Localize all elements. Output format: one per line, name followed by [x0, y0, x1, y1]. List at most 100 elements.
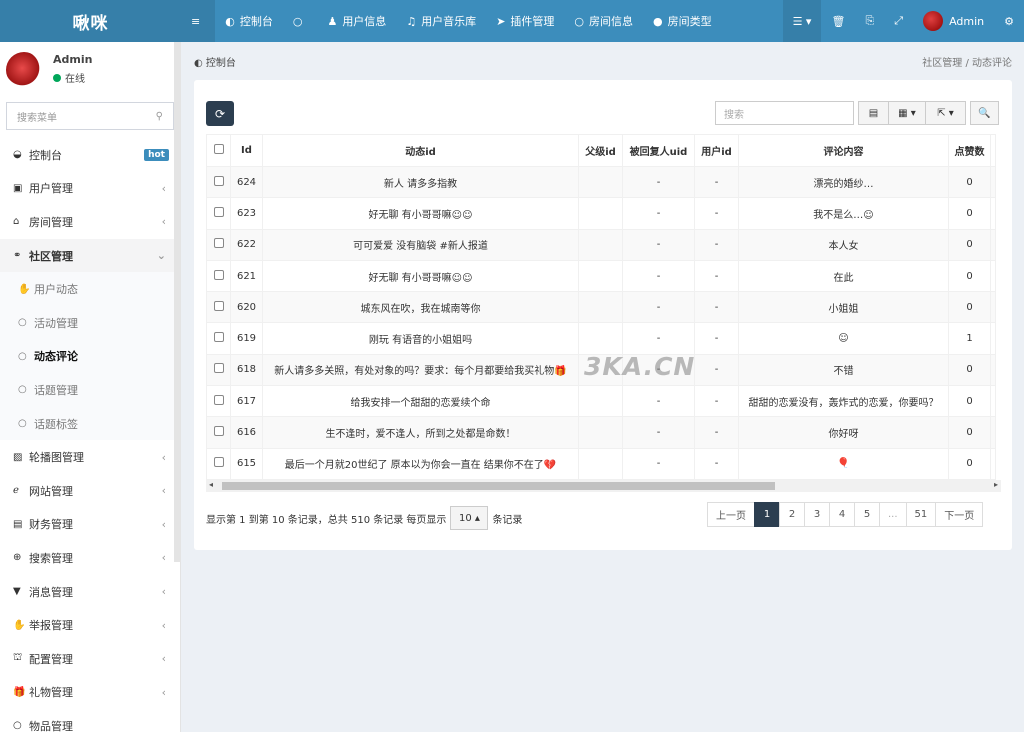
page-button[interactable]: 下一页: [935, 502, 984, 527]
sidebar-item-15[interactable]: ⛫ 配置管理 ‹: [0, 642, 180, 676]
sidebar-item-10[interactable]: ℯ 网站管理 ‹: [0, 474, 180, 508]
page-button[interactable]: 5: [854, 502, 880, 527]
sidebar-menu: ◒ 控制台 hot ▣ 用户管理 ‹ ⌂ 房间管理 ‹ ⚭ 社区管理 ⌄ ✋ 用户动态 ○ 活动管理 ○ 动态评论…: [0, 138, 180, 732]
sidebar-item-13[interactable]: ▼ 消息管理 ‹: [0, 575, 180, 609]
select-all-checkbox[interactable]: [206, 134, 231, 167]
sidebar-toggle-button[interactable]: ≡: [181, 0, 216, 42]
copy-icon: ⎘: [865, 14, 875, 27]
table-row[interactable]: 615 最后一个月就20世纪了 原本以为你会一直在 结果你不在了💔 - - 🎈 0: [206, 447, 996, 480]
table-search-input[interactable]: 搜索: [715, 101, 854, 125]
sidebar-item-label: 财务管理: [29, 518, 73, 532]
sidebar-item-label: 动态评论: [34, 350, 78, 364]
page-button[interactable]: 1: [754, 502, 780, 527]
row-checkbox[interactable]: [206, 228, 231, 261]
refresh-button[interactable]: ⟳: [206, 101, 234, 126]
table-cell: -: [622, 259, 695, 293]
tab-room-info[interactable]: ○ 房间信息: [564, 0, 643, 42]
row-checkbox[interactable]: [206, 385, 231, 418]
sidebar-item-9[interactable]: ▨ 轮播图管理 ‹: [0, 440, 180, 474]
tab-user-music[interactable]: ♫ 用户音乐库: [396, 0, 486, 42]
table-row[interactable]: 617 给我安排一个甜甜的恋爱续个命 - - 甜甜的恋爱没有，轰炸式的恋爱，你要吗？ 0: [206, 385, 996, 418]
tab-plugins[interactable]: ➤ 插件管理: [486, 0, 564, 42]
scrollbar-thumb[interactable]: [222, 482, 775, 490]
table-cell: [578, 416, 623, 449]
menu-search-input[interactable]: 搜索菜单 ⚲: [6, 102, 174, 130]
table-cell: 0: [948, 259, 991, 293]
column-header[interactable]: 动态id: [262, 134, 579, 167]
sidebar-item-6[interactable]: ○ 动态评论: [0, 339, 180, 374]
user-menu[interactable]: Admin: [913, 0, 994, 42]
menu-item-icon: ○: [18, 418, 27, 430]
checkbox-icon: [213, 238, 224, 249]
row-checkbox[interactable]: [206, 322, 231, 355]
table-row[interactable]: 619 刚玩 有语音的小姐姐吗 - - ☺ 1: [206, 322, 996, 355]
table-row[interactable]: 621 好无聊 有小哥哥嘛☺☺ - - 在此 0: [206, 259, 996, 293]
settings-button[interactable]: ⚙: [994, 0, 1024, 42]
page-button[interactable]: 2: [779, 502, 805, 527]
multi-window-button[interactable]: ⎘: [855, 0, 884, 42]
row-checkbox[interactable]: [206, 165, 231, 199]
horizontal-scrollbar[interactable]: ◂ ▸: [206, 480, 1001, 492]
sidebar-item-1[interactable]: ▣ 用户管理 ‹: [0, 172, 180, 206]
page-size-dropdown[interactable]: 10 ▴: [450, 506, 489, 530]
columns-dropdown[interactable]: ▦ ▾: [888, 101, 926, 125]
table-row[interactable]: 620 城东风在吹，我在城南等你 - - 小姐姐 0: [206, 291, 996, 324]
tab-circle[interactable]: ○: [283, 0, 318, 42]
table-cell: 617: [230, 385, 263, 418]
table-cell: 623: [230, 197, 263, 230]
row-checkbox[interactable]: [206, 416, 231, 449]
sidebar-item-4[interactable]: ✋ 用户动态: [0, 272, 180, 306]
table-row[interactable]: 623 好无聊 有小哥哥嘛☺☺ - - 我不是么…☺ 0: [206, 197, 996, 230]
sidebar-item-5[interactable]: ○ 活动管理: [0, 305, 180, 340]
scroll-left-icon[interactable]: ◂: [209, 480, 213, 489]
table-row[interactable]: 616 生不逢时，爱不逢人，所到之处都是命数！ - - 你好呀 0: [206, 416, 996, 449]
sidebar-item-7[interactable]: ○ 话题管理: [0, 373, 180, 407]
sidebar-item-11[interactable]: ▤ 财务管理 ‹: [0, 508, 180, 542]
row-checkbox[interactable]: [206, 353, 231, 387]
column-header[interactable]: 用户id: [694, 134, 739, 167]
sidebar-item-14[interactable]: ✋ 举报管理 ‹: [0, 608, 180, 642]
column-header[interactable]: Id: [230, 134, 263, 167]
row-checkbox[interactable]: [206, 197, 231, 230]
sidebar-item-0[interactable]: ◒ 控制台 hot: [0, 138, 180, 172]
advanced-search-button[interactable]: 🔍: [970, 101, 999, 125]
tab-dashboard[interactable]: ◐ 控制台: [215, 0, 283, 42]
row-checkbox[interactable]: [206, 291, 231, 324]
more-tabs-dropdown[interactable]: ☰ ▾: [782, 0, 822, 42]
checkbox-icon: [213, 144, 224, 154]
toggle-view-button[interactable]: ▤: [858, 101, 889, 125]
fullscreen-button[interactable]: ⤢: [884, 0, 913, 42]
column-header[interactable]: 评论内容: [738, 134, 949, 167]
sidebar-scrollbar[interactable]: [174, 42, 181, 562]
table-row[interactable]: 622 可可爱爱 没有脑袋 #新人报道 - - 本人女 0: [206, 228, 996, 261]
table-cell: 漂亮的婚纱…: [738, 165, 949, 199]
table-cell: 0: [948, 416, 991, 449]
row-checkbox[interactable]: [206, 447, 231, 480]
sidebar-item-label: 话题标签: [34, 417, 78, 431]
tab-user-info[interactable]: ♟ 用户信息: [317, 0, 396, 42]
pagination: 上一页 1 2 3 4 5... 51 下一页: [707, 502, 984, 527]
sidebar-item-3[interactable]: ⚭ 社区管理 ⌄: [0, 238, 180, 273]
sidebar-item-2[interactable]: ⌂ 房间管理 ‹: [0, 205, 180, 239]
scroll-right-icon[interactable]: ▸: [994, 480, 998, 489]
tab-room-type[interactable]: ● 房间类型: [643, 0, 722, 42]
column-header[interactable]: 父级id: [578, 134, 623, 167]
export-dropdown[interactable]: ⇱ ▾: [925, 101, 966, 125]
breadcrumb-item[interactable]: 社区管理: [922, 58, 962, 69]
app-logo[interactable]: 啾咪: [0, 0, 181, 42]
page-button[interactable]: 3: [804, 502, 830, 527]
sidebar-item-8[interactable]: ○ 话题标签: [0, 406, 180, 441]
row-checkbox[interactable]: [206, 259, 231, 293]
page-button[interactable]: 上一页: [707, 502, 755, 527]
list-icon: ☰ ▾: [792, 14, 812, 28]
page-button[interactable]: 4: [829, 502, 855, 527]
dashboard-icon: ◐: [225, 14, 235, 28]
sidebar-item-16[interactable]: 🎁 礼物管理 ‹: [0, 676, 180, 710]
sidebar-item-17[interactable]: ○ 物品管理: [0, 709, 180, 732]
column-header[interactable]: 点赞数: [948, 134, 991, 167]
sidebar-item-12[interactable]: ⊕ 搜索管理 ‹: [0, 541, 180, 575]
table-row[interactable]: 624 新人 请多多指教 - - 漂亮的婚纱… 0: [206, 165, 996, 199]
clear-cache-button[interactable]: 🗑: [821, 0, 855, 42]
page-button[interactable]: 51: [905, 502, 937, 527]
column-header[interactable]: 被回复人uid: [622, 134, 695, 167]
